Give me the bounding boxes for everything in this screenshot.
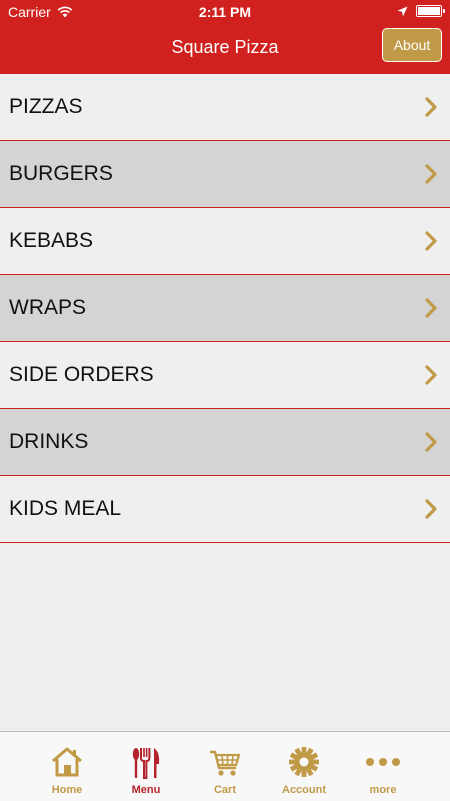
cart-icon bbox=[210, 750, 241, 776]
location-arrow-icon bbox=[397, 6, 408, 16]
menu-item-label: DRINKS bbox=[9, 430, 89, 453]
battery-icon bbox=[416, 5, 445, 17]
chevron-right-icon bbox=[425, 298, 437, 318]
tab-menu-label: Menu bbox=[131, 784, 161, 796]
menu-item-label: KEBABS bbox=[9, 229, 94, 252]
status-time: 2:11 PM bbox=[198, 4, 252, 20]
house-icon bbox=[52, 747, 82, 777]
tab-cart[interactable]: Cart bbox=[180, 732, 270, 801]
status-right bbox=[397, 5, 445, 17]
tab-cart-label: Cart bbox=[213, 784, 236, 796]
menu-item-pizzas[interactable]: PIZZAS bbox=[0, 74, 450, 141]
navigation-bar: Square Pizza About bbox=[0, 24, 450, 74]
tab-home[interactable]: Home bbox=[22, 732, 112, 801]
more-dots-icon bbox=[366, 758, 400, 766]
chevron-right-icon bbox=[425, 432, 437, 452]
tab-account-label: Account bbox=[282, 784, 326, 796]
chevron-right-icon bbox=[425, 499, 437, 519]
tab-more-label: more bbox=[369, 784, 397, 796]
cutlery-icon bbox=[132, 748, 160, 779]
menu-item-label: KIDS MEAL bbox=[9, 497, 122, 520]
menu-item-wraps[interactable]: WRAPS bbox=[0, 275, 450, 342]
tab-more[interactable]: more bbox=[338, 732, 428, 801]
chevron-right-icon bbox=[425, 164, 437, 184]
tab-bar: Home Menu Cart Account more bbox=[0, 731, 450, 801]
status-bar: Carrier 2:11 PM bbox=[0, 0, 450, 24]
menu-item-label: WRAPS bbox=[9, 296, 87, 319]
menu-item-label: BURGERS bbox=[9, 162, 113, 185]
about-button[interactable]: About bbox=[382, 28, 442, 62]
tab-account[interactable]: Account bbox=[259, 732, 349, 801]
menu-item-kids-meal[interactable]: KIDS MEAL bbox=[0, 476, 450, 543]
menu-item-side-orders[interactable]: SIDE ORDERS bbox=[0, 342, 450, 409]
tab-home-label: Home bbox=[51, 784, 83, 796]
menu-item-label: PIZZAS bbox=[9, 95, 83, 118]
menu-item-drinks[interactable]: DRINKS bbox=[0, 409, 450, 476]
menu-item-kebabs[interactable]: KEBABS bbox=[0, 208, 450, 275]
gear-icon bbox=[289, 747, 319, 777]
chevron-right-icon bbox=[425, 231, 437, 251]
menu-item-burgers[interactable]: BURGERS bbox=[0, 141, 450, 208]
chevron-right-icon bbox=[425, 97, 437, 117]
chevron-right-icon bbox=[425, 365, 437, 385]
tab-menu[interactable]: Menu bbox=[101, 732, 191, 801]
menu-item-label: SIDE ORDERS bbox=[9, 363, 154, 386]
menu-category-list: PIZZAS BURGERS KEBABS WRAPS SIDE ORDERS … bbox=[0, 74, 450, 543]
